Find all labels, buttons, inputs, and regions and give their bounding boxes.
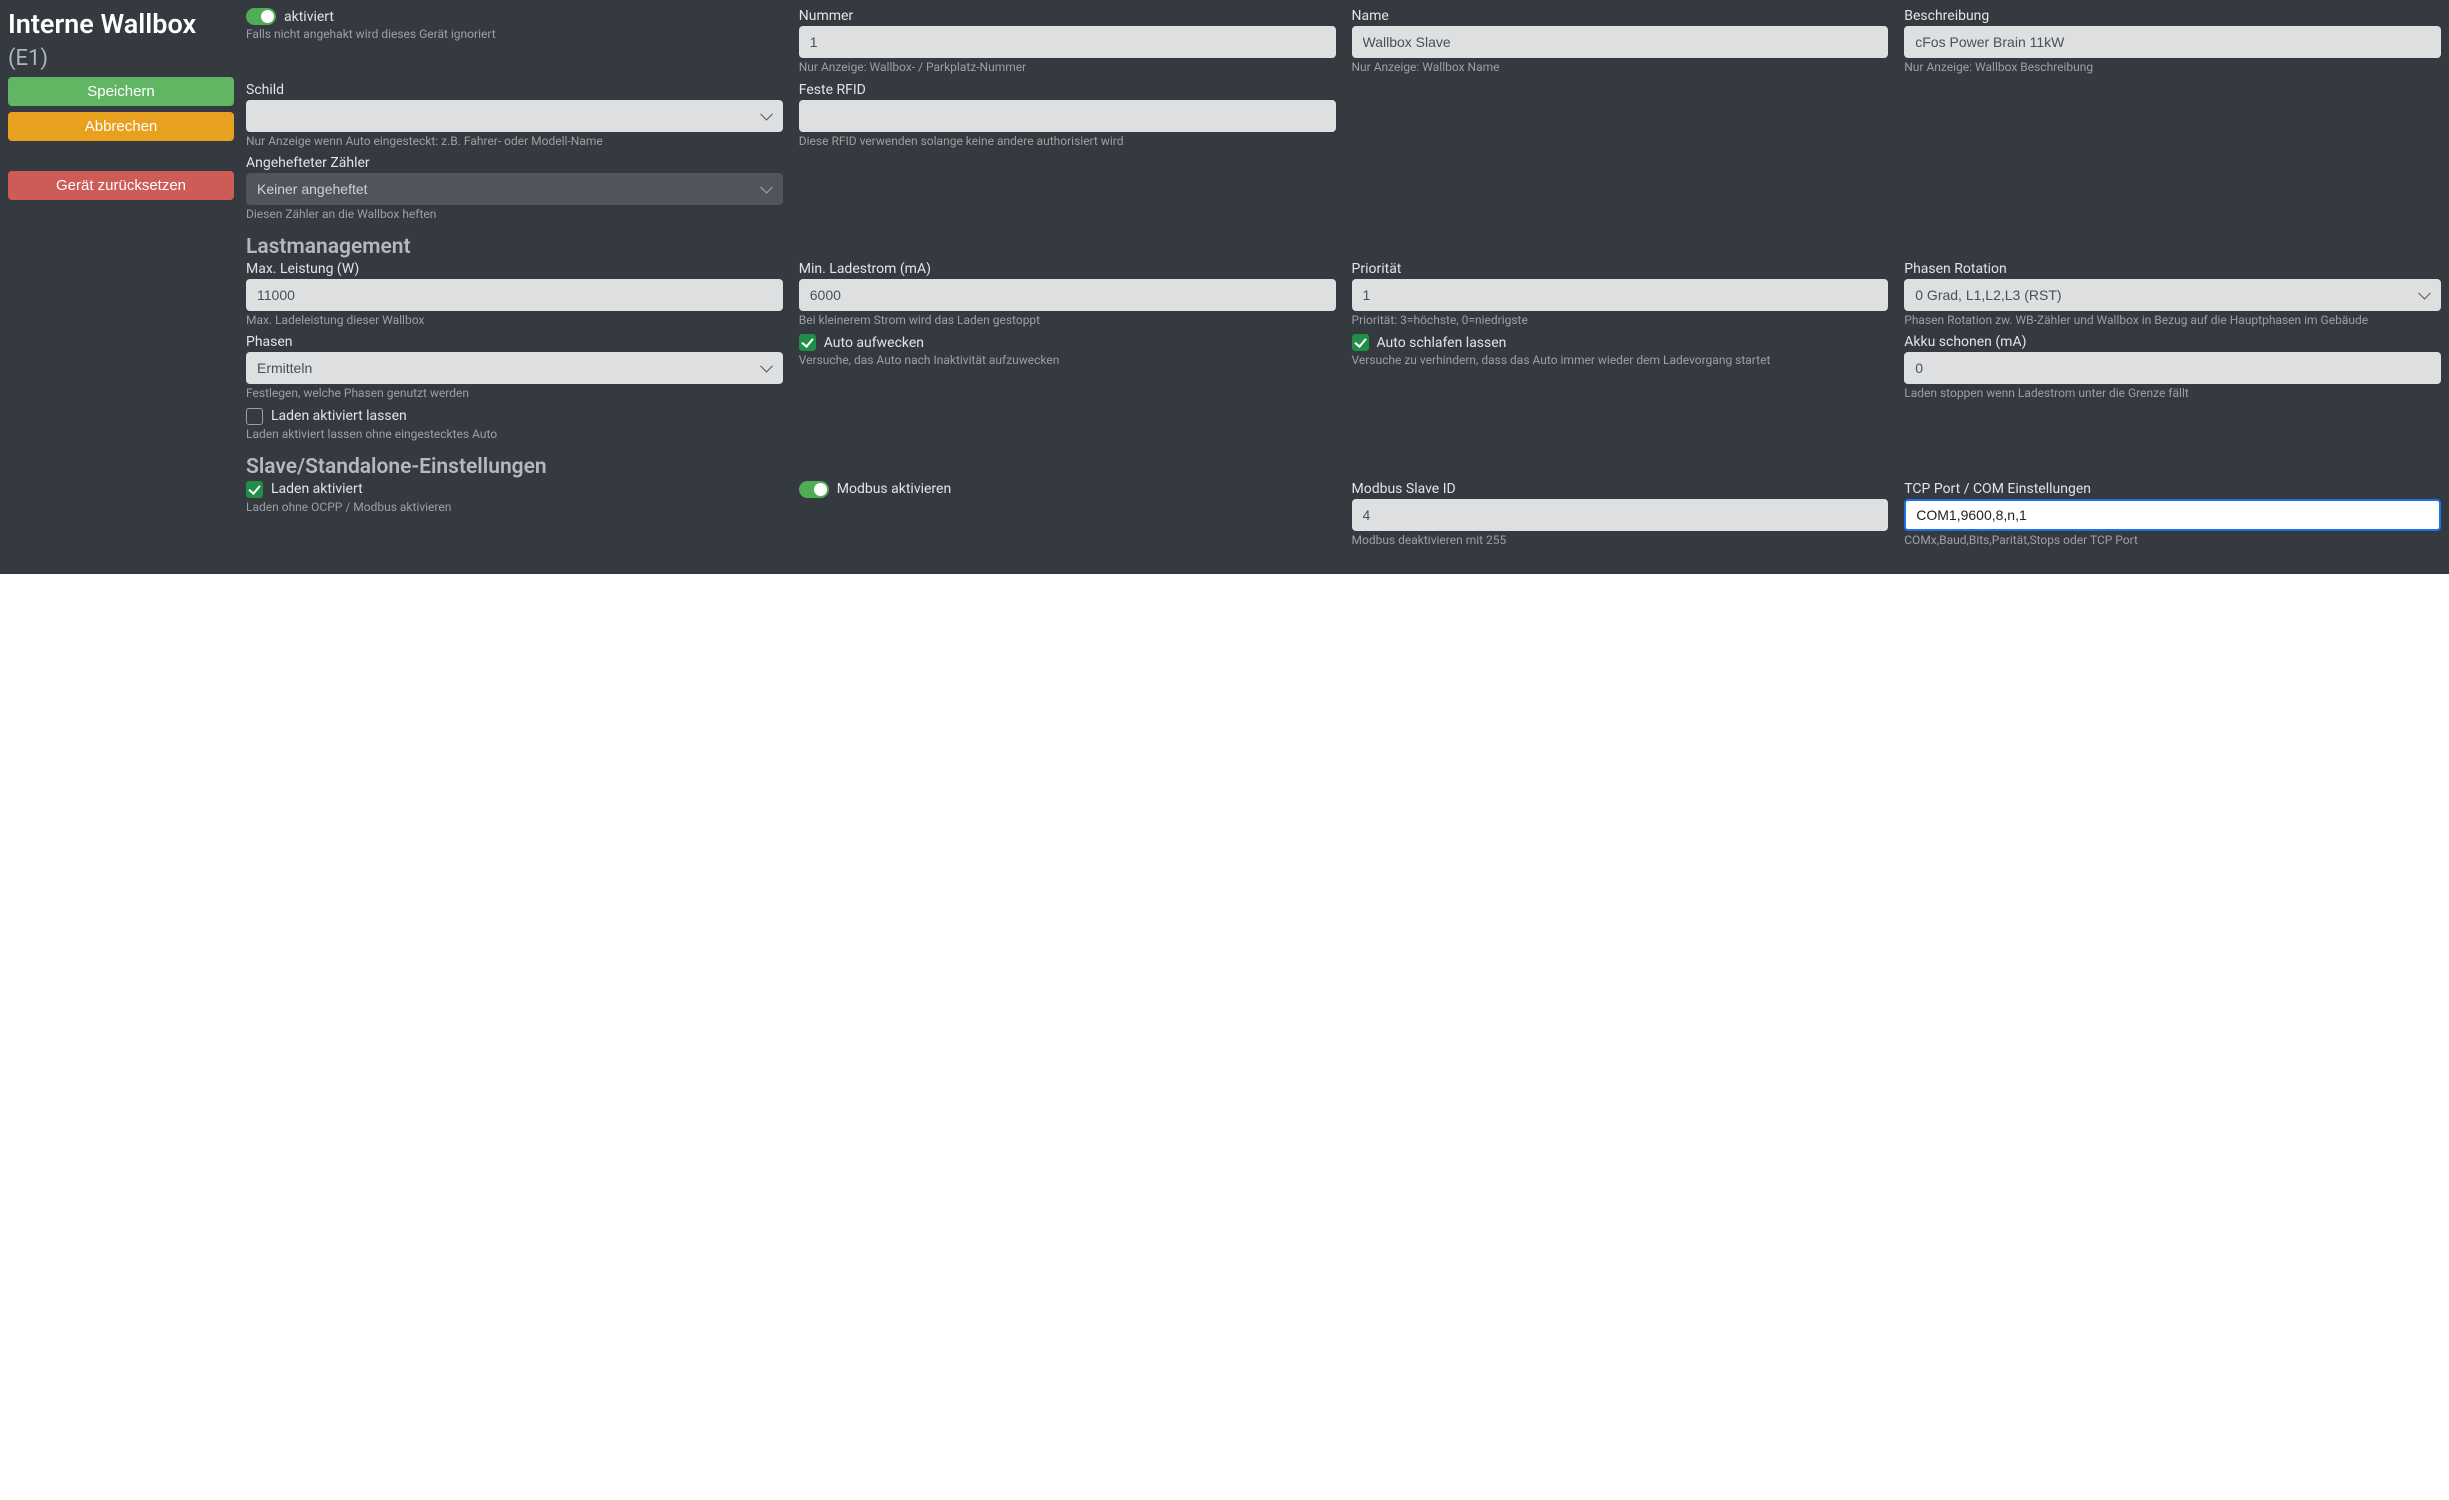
maxpower-help: Max. Ladeleistung dieser Wallbox [246,313,783,329]
phase-rotation-select[interactable]: 0 Grad, L1,L2,L3 (RST) [1904,279,2441,311]
charging-enabled-label: Laden aktiviert [271,481,363,497]
auto-wake-checkbox[interactable] [799,334,816,351]
cancel-button[interactable]: Abbrechen [8,112,234,141]
keep-charging-checkbox[interactable] [246,408,263,425]
phases-help: Festlegen, welche Phasen genutzt werden [246,386,783,402]
modbus-enable-label: Modbus aktivieren [837,481,951,497]
shield-help: Nur Anzeige wenn Auto eingesteckt: z.B. … [246,134,783,150]
maxpower-label: Max. Leistung (W) [246,261,783,277]
slaveid-label: Modbus Slave ID [1352,481,1889,497]
auto-wake-help: Versuche, das Auto nach Inaktivität aufz… [799,353,1336,369]
page-title: Interne Wallbox (E1) [8,8,234,73]
tcp-com-input[interactable] [1904,499,2441,531]
activated-label: aktiviert [284,9,334,25]
name-input[interactable] [1352,26,1889,58]
keep-charging-help: Laden aktiviert lassen ohne eingesteckte… [246,427,783,443]
phases-label: Phasen [246,334,783,350]
name-label: Name [1352,8,1889,24]
section-load-heading: Lastmanagement [246,235,2441,259]
shield-label: Schild [246,82,783,98]
keep-charging-label: Laden aktiviert lassen [271,408,407,424]
auto-sleep-label: Auto schlafen lassen [1377,335,1507,351]
attached-meter-label: Angehefteter Zähler [246,155,783,171]
reset-device-button[interactable]: Gerät zurücksetzen [8,171,234,200]
shield-select[interactable] [246,100,783,132]
number-label: Nummer [799,8,1336,24]
priority-input[interactable] [1352,279,1889,311]
number-help: Nur Anzeige: Wallbox- / Parkplatz-Nummer [799,60,1336,76]
charging-enabled-checkbox[interactable] [246,481,263,498]
auto-sleep-help: Versuche zu verhindern, dass das Auto im… [1352,353,1889,369]
rfid-input[interactable] [799,100,1336,132]
auto-sleep-checkbox[interactable] [1352,334,1369,351]
phases-select[interactable]: Ermitteln [246,352,783,384]
save-button[interactable]: Speichern [8,77,234,106]
battery-help: Laden stoppen wenn Ladestrom unter die G… [1904,386,2441,402]
description-help: Nur Anzeige: Wallbox Beschreibung [1904,60,2441,76]
modbus-enable-toggle[interactable] [799,481,829,498]
attached-meter-help: Diesen Zähler an die Wallbox heften [246,207,783,223]
tcp-com-label: TCP Port / COM Einstellungen [1904,481,2441,497]
slaveid-help: Modbus deaktivieren mit 255 [1352,533,1889,549]
mincurrent-label: Min. Ladestrom (mA) [799,261,1336,277]
mincurrent-help: Bei kleinerem Strom wird das Laden gesto… [799,313,1336,329]
description-input[interactable] [1904,26,2441,58]
auto-wake-label: Auto aufwecken [824,335,924,351]
number-input[interactable] [799,26,1336,58]
description-label: Beschreibung [1904,8,2441,24]
activated-help: Falls nicht angehakt wird dieses Gerät i… [246,27,783,43]
attached-meter-select[interactable]: Keiner angeheftet [246,173,783,205]
activated-toggle[interactable] [246,8,276,25]
priority-help: Priorität: 3=höchste, 0=niedrigste [1352,313,1889,329]
rfid-label: Feste RFID [799,82,1336,98]
phase-rotation-label: Phasen Rotation [1904,261,2441,277]
rfid-help: Diese RFID verwenden solange keine ander… [799,134,1336,150]
name-help: Nur Anzeige: Wallbox Name [1352,60,1889,76]
maxpower-input[interactable] [246,279,783,311]
priority-label: Priorität [1352,261,1889,277]
section-slave-heading: Slave/Standalone-Einstellungen [246,455,2441,479]
mincurrent-input[interactable] [799,279,1336,311]
tcp-com-help: COMx,Baud,Bits,Parität,Stops oder TCP Po… [1904,533,2441,549]
battery-label: Akku schonen (mA) [1904,334,2441,350]
page-subtitle: (E1) [8,46,48,71]
phase-rotation-help: Phasen Rotation zw. WB-Zähler und Wallbo… [1904,313,2441,329]
charging-enabled-help: Laden ohne OCPP / Modbus aktivieren [246,500,783,516]
slaveid-input[interactable] [1352,499,1889,531]
battery-input[interactable] [1904,352,2441,384]
